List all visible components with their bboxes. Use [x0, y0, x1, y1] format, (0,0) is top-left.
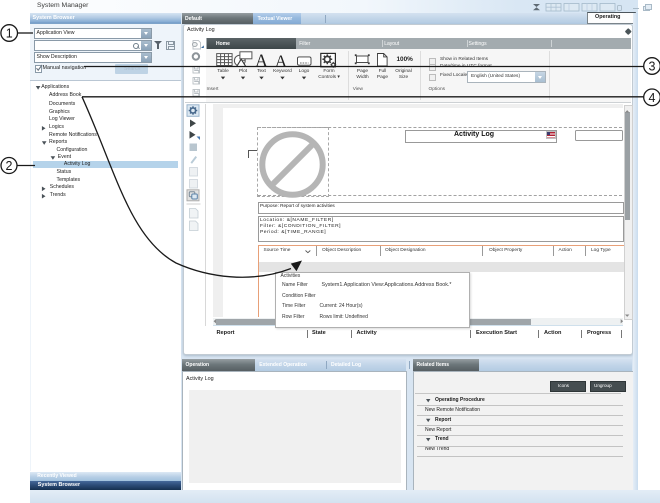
- svg-text:2: 2: [6, 159, 13, 173]
- svg-text:1: 1: [6, 27, 13, 41]
- svg-text:4: 4: [649, 91, 656, 105]
- svg-text:3: 3: [649, 60, 656, 74]
